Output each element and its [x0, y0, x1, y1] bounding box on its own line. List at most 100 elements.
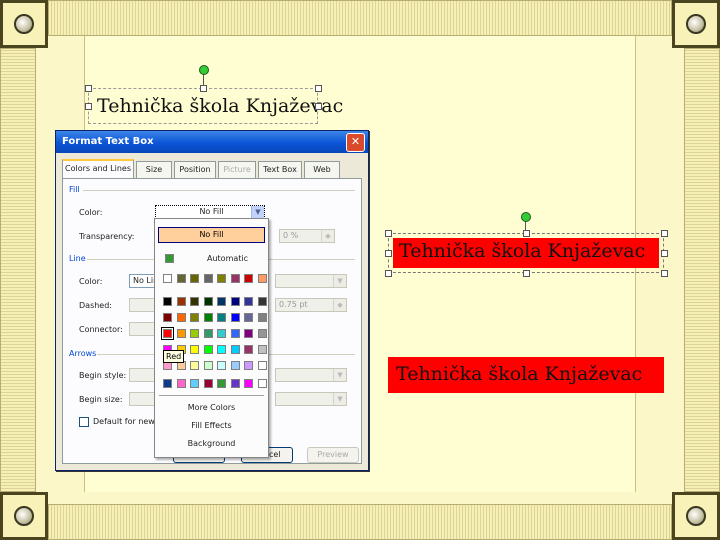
resize-handle[interactable] [85, 103, 92, 110]
color-swatch[interactable] [257, 297, 267, 306]
rotate-handle[interactable] [521, 212, 531, 222]
tab-picture[interactable]: Picture [218, 161, 256, 178]
color-swatch[interactable] [244, 345, 253, 354]
chevron-down-icon[interactable]: ▼ [333, 275, 346, 287]
line-color-label: Color: [79, 277, 103, 286]
line-weight-input[interactable]: 0.75 pt ◆ [275, 298, 347, 312]
color-swatch[interactable] [257, 274, 267, 283]
more-colors-option[interactable]: More Colors [155, 403, 268, 412]
fill-effects-option[interactable]: Fill Effects [155, 421, 268, 430]
color-swatch[interactable] [217, 329, 226, 338]
transparency-input[interactable]: 0 % ◆ [279, 229, 335, 243]
color-swatch[interactable] [203, 274, 213, 283]
fill-section-title: Fill [69, 185, 80, 194]
color-swatch[interactable] [203, 379, 213, 388]
dialog-titlebar[interactable]: Format Text Box ✕ [56, 131, 368, 153]
chevron-down-icon[interactable]: ▼ [333, 393, 346, 405]
rotate-handle[interactable] [199, 65, 209, 75]
color-swatch[interactable] [203, 361, 213, 370]
close-icon[interactable]: ✕ [346, 133, 365, 152]
end-size-dropdown[interactable]: ▼ [275, 392, 347, 406]
chevron-down-icon[interactable]: ▼ [333, 369, 346, 381]
color-swatch[interactable] [230, 379, 240, 388]
color-swatch[interactable] [217, 345, 226, 354]
resize-handle[interactable] [661, 250, 668, 257]
color-swatch[interactable] [217, 379, 226, 388]
line-style-dropdown[interactable]: ▼ [275, 274, 347, 288]
color-swatch[interactable] [163, 379, 172, 388]
color-swatch[interactable] [257, 379, 267, 388]
color-swatch[interactable] [230, 329, 240, 338]
color-swatch[interactable] [190, 345, 199, 354]
color-swatch[interactable] [230, 297, 240, 306]
color-swatch[interactable] [163, 274, 172, 283]
color-swatch[interactable] [230, 345, 240, 354]
color-swatch[interactable] [176, 274, 186, 283]
color-swatch[interactable] [176, 379, 186, 388]
tab-position[interactable]: Position [174, 161, 216, 178]
color-swatch[interactable] [257, 329, 267, 338]
color-swatch[interactable] [203, 297, 213, 306]
color-swatch[interactable] [190, 313, 199, 322]
color-swatch[interactable] [190, 329, 199, 338]
color-swatch[interactable] [257, 361, 267, 370]
resize-handle[interactable] [200, 85, 207, 92]
color-swatch[interactable] [244, 361, 253, 370]
color-swatch[interactable] [190, 274, 199, 283]
color-swatch[interactable] [176, 329, 186, 338]
color-swatch[interactable] [217, 274, 226, 283]
color-swatch[interactable] [217, 361, 226, 370]
color-swatch[interactable] [217, 313, 226, 322]
color-swatch[interactable] [244, 313, 253, 322]
background-option[interactable]: Background [155, 439, 268, 448]
color-swatch[interactable] [190, 379, 199, 388]
textbox-3[interactable]: Tehnička škola Knjaževac [388, 357, 664, 393]
resize-handle[interactable] [315, 103, 322, 110]
color-swatch[interactable] [230, 274, 240, 283]
color-swatch[interactable] [244, 297, 253, 306]
color-swatch[interactable] [257, 345, 267, 354]
default-for-new-objects-checkbox[interactable] [79, 417, 89, 427]
color-swatch[interactable] [203, 329, 213, 338]
frame-corner-top-left [0, 0, 48, 48]
no-fill-option[interactable]: No Fill [158, 227, 265, 243]
textbox-1[interactable]: Tehnička škola Knjaževac [88, 88, 343, 124]
tab-colors-and-lines[interactable]: Colors and Lines [62, 159, 134, 179]
color-swatch[interactable] [163, 313, 172, 322]
resize-handle[interactable] [523, 230, 530, 237]
color-swatch[interactable] [161, 327, 174, 340]
resize-handle[interactable] [385, 230, 392, 237]
textbox-2[interactable]: Tehnička škola Knjaževac [388, 233, 664, 273]
color-swatch[interactable] [244, 274, 253, 283]
color-swatch[interactable] [203, 345, 213, 354]
color-swatch[interactable] [257, 313, 267, 322]
fill-color-dropdown[interactable]: No Fill ▼ [155, 205, 265, 219]
chevron-down-icon[interactable]: ▼ [251, 206, 264, 218]
resize-handle[interactable] [523, 270, 530, 277]
color-swatch[interactable] [176, 313, 186, 322]
tab-web[interactable]: Web [304, 161, 340, 178]
color-swatch[interactable] [230, 361, 240, 370]
resize-handle[interactable] [85, 85, 92, 92]
resize-handle[interactable] [385, 250, 392, 257]
spin-icon[interactable]: ◆ [333, 299, 346, 311]
automatic-option[interactable]: Automatic [207, 254, 248, 263]
color-swatch[interactable] [203, 313, 213, 322]
color-swatch[interactable] [244, 379, 253, 388]
end-style-dropdown[interactable]: ▼ [275, 368, 347, 382]
color-swatch[interactable] [230, 313, 240, 322]
tab-text-box[interactable]: Text Box [258, 161, 302, 178]
resize-handle[interactable] [661, 230, 668, 237]
resize-handle[interactable] [661, 270, 668, 277]
color-swatch[interactable] [217, 297, 226, 306]
spin-icon[interactable]: ◆ [321, 230, 334, 242]
color-swatch[interactable] [176, 297, 186, 306]
color-swatch[interactable] [163, 297, 172, 306]
color-swatch[interactable] [244, 329, 253, 338]
tab-size[interactable]: Size [136, 161, 172, 178]
color-swatch[interactable] [190, 297, 199, 306]
color-swatch[interactable] [190, 361, 199, 370]
resize-handle[interactable] [385, 270, 392, 277]
resize-handle[interactable] [315, 85, 322, 92]
preview-button[interactable]: Preview [307, 447, 359, 463]
